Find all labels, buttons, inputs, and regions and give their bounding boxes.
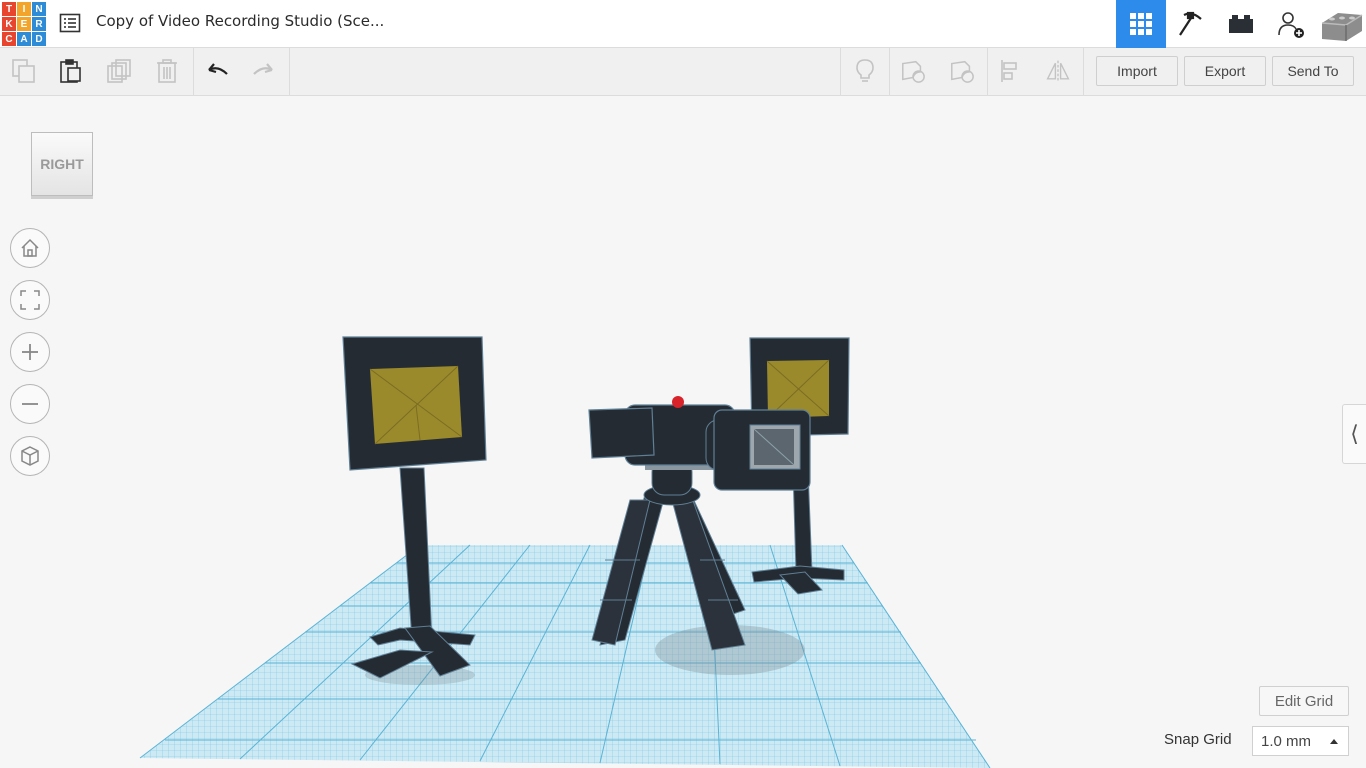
top-bar: T I N K E R C A D Copy of Video Recordin… bbox=[0, 0, 1366, 48]
paste-icon[interactable] bbox=[58, 58, 84, 84]
align-icon[interactable] bbox=[998, 58, 1024, 84]
logo-letter: A bbox=[17, 32, 31, 46]
logo-letter: I bbox=[17, 2, 31, 16]
hole-shape-icon[interactable] bbox=[949, 58, 975, 84]
add-user-icon[interactable] bbox=[1266, 0, 1316, 48]
user-avatar[interactable] bbox=[1316, 0, 1366, 48]
logo-letter: E bbox=[17, 17, 31, 31]
delete-icon[interactable] bbox=[154, 58, 180, 84]
snap-grid-label: Snap Grid bbox=[1164, 731, 1232, 748]
design-list-icon[interactable] bbox=[58, 11, 82, 35]
copy-icon[interactable] bbox=[11, 58, 37, 84]
snap-grid-value: 1.0 mm bbox=[1261, 732, 1312, 750]
caret-up-icon bbox=[1330, 739, 1338, 744]
undo-icon[interactable] bbox=[204, 58, 230, 84]
home-view-icon[interactable] bbox=[10, 228, 50, 268]
ortho-perspective-icon[interactable] bbox=[10, 436, 50, 476]
edit-toolbar: Import Export Send To bbox=[0, 48, 1366, 96]
import-button[interactable]: Import bbox=[1096, 56, 1178, 86]
light-bulb-icon[interactable] bbox=[852, 58, 878, 84]
solid-shape-icon[interactable] bbox=[900, 58, 926, 84]
logo-letter: D bbox=[32, 32, 46, 46]
video-camera[interactable] bbox=[588, 396, 811, 491]
edit-grid-button[interactable]: Edit Grid bbox=[1259, 686, 1349, 716]
redo-icon[interactable] bbox=[251, 58, 277, 84]
logo-letter: R bbox=[32, 17, 46, 31]
shapes-panel-toggle[interactable]: ⟨ bbox=[1342, 404, 1366, 464]
bricks-icon[interactable] bbox=[1216, 0, 1266, 48]
codeblocks-pickaxe-icon[interactable] bbox=[1166, 0, 1216, 48]
tinkercad-logo[interactable]: T I N K E R C A D bbox=[2, 2, 46, 46]
logo-letter: C bbox=[2, 32, 16, 46]
3d-design-grid-icon[interactable] bbox=[1116, 0, 1166, 48]
logo-letter: N bbox=[32, 2, 46, 16]
fit-view-icon[interactable] bbox=[10, 280, 50, 320]
view-cube[interactable]: RIGHT bbox=[31, 132, 93, 196]
zoom-out-icon[interactable] bbox=[10, 384, 50, 424]
duplicate-icon[interactable] bbox=[106, 58, 132, 84]
mirror-icon[interactable] bbox=[1045, 58, 1071, 84]
logo-letter: T bbox=[2, 2, 16, 16]
3d-workplane-viewport[interactable] bbox=[0, 97, 1366, 768]
zoom-in-icon[interactable] bbox=[10, 332, 50, 372]
send-to-button[interactable]: Send To bbox=[1272, 56, 1354, 86]
logo-letter: K bbox=[2, 17, 16, 31]
export-button[interactable]: Export bbox=[1184, 56, 1266, 86]
snap-grid-select[interactable]: 1.0 mm bbox=[1252, 726, 1349, 756]
design-title[interactable]: Copy of Video Recording Studio (Sce... bbox=[96, 12, 384, 30]
